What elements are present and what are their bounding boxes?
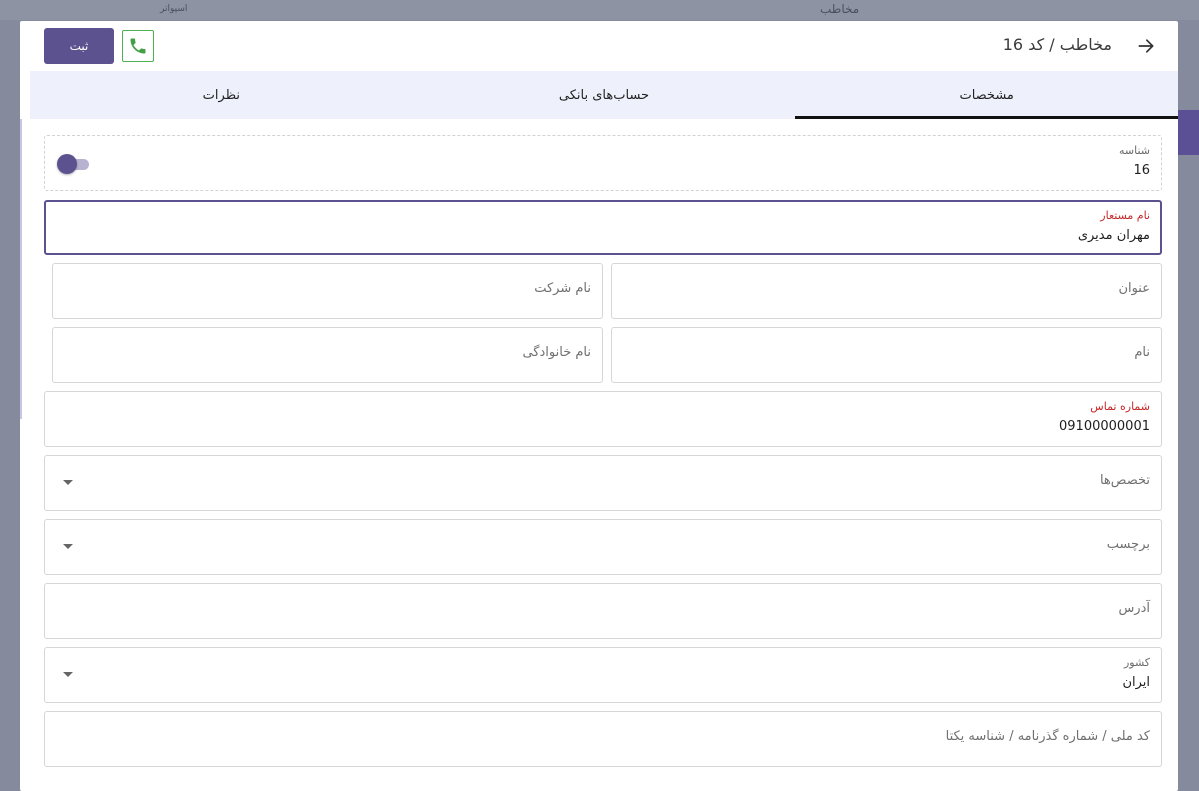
modal-header: مخاطب / کد 16 ثبت — [20, 21, 1178, 71]
tab-bar: مشخصات حساب‌های بانکی نظرات — [30, 71, 1178, 119]
address-placeholder: آدرس — [1118, 601, 1150, 616]
company-placeholder: نام شرکت — [534, 281, 591, 296]
national-id-field[interactable]: کد ملی / شماره گذرنامه / شناسه یکتا — [44, 711, 1162, 767]
title-field[interactable]: عنوان — [611, 263, 1162, 319]
id-value: 16 — [1133, 163, 1150, 178]
background-label: اسپواتر — [160, 4, 188, 14]
specialties-placeholder: تخصص‌ها — [1099, 473, 1150, 488]
id-field: شناسه 16 — [44, 135, 1162, 191]
last-name-field[interactable]: نام خانوادگی — [52, 327, 603, 383]
contact-modal: مخاطب / کد 16 ثبت مشخصات حساب‌های بانکی … — [20, 21, 1178, 791]
tag-select[interactable]: برچسب — [44, 519, 1162, 575]
first-name-field[interactable]: نام — [611, 327, 1162, 383]
national-id-placeholder: کد ملی / شماره گذرنامه / شناسه یکتا — [945, 729, 1150, 744]
dropdown-arrow-icon — [63, 544, 73, 549]
dropdown-arrow-icon — [63, 480, 73, 485]
address-field[interactable]: آدرس — [44, 583, 1162, 639]
last-name-placeholder: نام خانوادگی — [522, 345, 591, 360]
alias-input[interactable]: مهران مدیری — [1078, 228, 1150, 243]
active-toggle[interactable] — [57, 154, 91, 174]
tab-bank-accounts[interactable]: حساب‌های بانکی — [413, 71, 796, 119]
country-value: ایران — [1122, 675, 1150, 690]
call-button[interactable] — [122, 30, 154, 62]
toggle-knob — [57, 154, 77, 174]
scroll-accent — [20, 119, 22, 419]
phone-label: شماره تماس — [1090, 400, 1150, 413]
dropdown-arrow-icon — [63, 672, 73, 677]
specialties-select[interactable]: تخصص‌ها — [44, 455, 1162, 511]
back-button[interactable] — [1134, 34, 1158, 58]
phone-field[interactable]: شماره تماس 09100000001 — [44, 391, 1162, 447]
arrow-right-icon — [1138, 39, 1154, 53]
alias-label: نام مستعار — [1100, 209, 1150, 222]
company-field[interactable]: نام شرکت — [52, 263, 603, 319]
alias-field[interactable]: نام مستعار مهران مدیری — [44, 200, 1162, 255]
title-placeholder: عنوان — [1118, 281, 1150, 296]
country-label: کشور — [1123, 656, 1150, 669]
tab-comments[interactable]: نظرات — [30, 71, 413, 119]
modal-title: مخاطب / کد 16 — [1002, 35, 1112, 54]
phone-icon — [130, 38, 146, 54]
first-name-placeholder: نام — [1134, 345, 1150, 360]
background-side-button — [1177, 110, 1199, 155]
country-select[interactable]: کشور ایران — [44, 647, 1162, 703]
submit-button[interactable]: ثبت — [44, 28, 114, 64]
phone-input[interactable]: 09100000001 — [1059, 419, 1150, 434]
id-label: شناسه — [1118, 144, 1150, 157]
tag-placeholder: برچسب — [1106, 537, 1150, 552]
tab-details[interactable]: مشخصات — [795, 71, 1178, 119]
background-title: مخاطب — [820, 2, 860, 16]
